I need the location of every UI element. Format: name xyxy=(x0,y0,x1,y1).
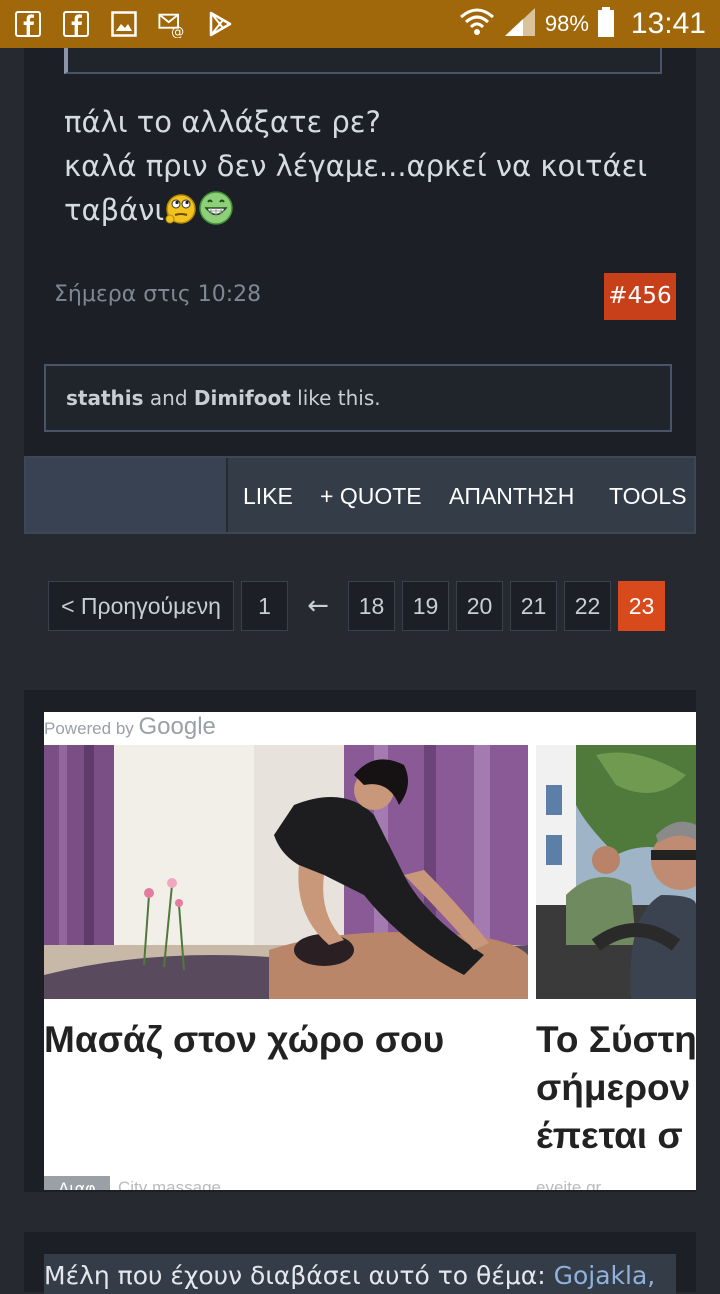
post-line: πάλι το αλλάξατε ρε? xyxy=(64,105,381,139)
status-bar: @ 98% 13:41 xyxy=(0,0,720,48)
tools-button[interactable]: TOOLS xyxy=(609,458,687,532)
like-button[interactable]: LIKE xyxy=(243,458,293,532)
action-bar-spacer xyxy=(26,458,228,532)
page-button[interactable]: 20 xyxy=(456,581,503,631)
ad-badge: Διαφ xyxy=(44,1176,110,1190)
page-button[interactable]: 18 xyxy=(348,581,395,631)
grinning-emoji-icon xyxy=(198,190,233,225)
page-button[interactable]: 21 xyxy=(510,581,557,631)
google-logo: Google xyxy=(138,713,216,740)
signal-icon xyxy=(503,6,537,43)
facebook-icon xyxy=(14,10,42,38)
post-line: καλά πριν δεν λέγαμε...αρκεί να κοιτάει xyxy=(64,149,648,183)
quote-block xyxy=(64,48,662,74)
battery-icon xyxy=(597,6,615,42)
readers-label: Μέλη που έχουν διαβάσει αυτό το θέμα: xyxy=(44,1261,554,1290)
wifi-icon xyxy=(459,5,495,44)
powered-by-google: Powered by Google xyxy=(44,712,216,746)
liker-link[interactable]: stathis xyxy=(66,386,144,410)
ad-panel: Powered by Google Μασάζ στον χώρο σου Το… xyxy=(24,690,696,1192)
previous-page-button[interactable]: < Προηγούμενη xyxy=(48,581,234,631)
ad-carousel[interactable]: Powered by Google Μασάζ στον χώρο σου Το… xyxy=(44,712,696,1190)
likes-summary: stathis and Dimifoot like this. xyxy=(44,364,672,432)
post-timestamp: Σήμερα στις 10:28 xyxy=(54,282,262,307)
clock: 13:41 xyxy=(630,7,706,40)
post-line-with-smilies: ταβάνι xyxy=(64,188,674,232)
ad-card-image[interactable] xyxy=(536,745,696,999)
svg-text:@: @ xyxy=(171,25,184,38)
ad-source: eveite.gr xyxy=(536,1178,602,1190)
liker-link[interactable]: Dimifoot xyxy=(194,386,291,410)
reply-button[interactable]: ΑΠΑΝΤΗΣΗ xyxy=(449,458,574,532)
ad-source: City massage xyxy=(118,1178,221,1190)
current-page-button[interactable]: 23 xyxy=(618,581,665,631)
ad-card-title[interactable]: Μασάζ στον χώρο σου xyxy=(44,1016,444,1064)
email-icon: @ xyxy=(158,10,186,38)
post-action-bar: LIKE + QUOTE ΑΠΑΝΤΗΣΗ TOOLS xyxy=(24,456,696,534)
post-number-badge[interactable]: #456 xyxy=(604,273,676,320)
ad-title-line: σήμερον xyxy=(536,1067,691,1108)
ad-title-line: Το Σύστη xyxy=(536,1019,696,1060)
page-button[interactable]: 22 xyxy=(564,581,611,631)
reader-link[interactable]: Gojakla, xyxy=(554,1261,656,1290)
powered-by-label: Powered by xyxy=(44,719,134,738)
likes-connector: and xyxy=(143,386,194,410)
rolling-eyes-emoji-icon xyxy=(164,192,198,226)
post-line: ταβάνι xyxy=(64,193,165,227)
page-first-button[interactable]: 1 xyxy=(241,581,288,631)
readers-panel: Μέλη που έχουν διαβάσει αυτό το θέμα: Go… xyxy=(24,1232,696,1294)
play-store-icon xyxy=(206,10,234,38)
likes-suffix: like this. xyxy=(290,386,381,410)
post-panel: πάλι το αλλάξατε ρε? καλά πριν δεν λέγαμ… xyxy=(24,48,696,456)
gallery-icon xyxy=(110,10,138,38)
post-message: πάλι το αλλάξατε ρε? καλά πριν δεν λέγαμ… xyxy=(64,100,674,232)
page-button[interactable]: 19 xyxy=(402,581,449,631)
thread-readers: Μέλη που έχουν διαβάσει αυτό το θέμα: Go… xyxy=(44,1254,676,1294)
ad-card-title[interactable]: Το Σύστη σήμερον έπεται σ xyxy=(536,1016,696,1160)
ad-title-line: Μασάζ στον χώρο σου xyxy=(44,1019,445,1060)
battery-percent: 98% xyxy=(544,11,589,36)
quote-button[interactable]: + QUOTE xyxy=(320,458,422,532)
pagination-ellipsis-arrow: ← xyxy=(307,591,329,621)
facebook-icon xyxy=(62,10,90,38)
ad-card-image[interactable] xyxy=(44,745,528,999)
ad-title-line: έπεται σ xyxy=(536,1115,683,1156)
